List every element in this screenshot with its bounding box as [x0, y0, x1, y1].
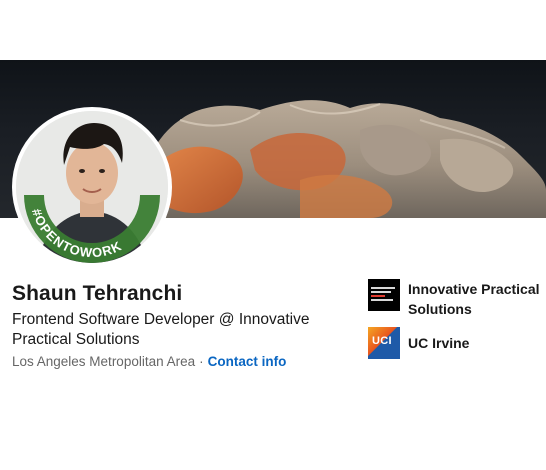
uci-logo-icon: UCI — [368, 327, 400, 359]
avatar[interactable]: #OPENTOWORK — [16, 111, 168, 263]
experience-label-uci: UC Irvine — [408, 335, 470, 351]
experience-item-ips[interactable]: Innovative Practical Solutions — [368, 279, 546, 319]
profile-name: Shaun Tehranchi — [12, 282, 183, 305]
separator-dot: · — [199, 354, 204, 369]
location-line: Los Angeles Metropolitan Area · Contact in… — [12, 354, 286, 369]
profile-location: Los Angeles Metropolitan Area — [12, 354, 196, 369]
experience-item-uci[interactable]: UCI UC Irvine — [368, 327, 546, 359]
experience-label-ips: Innovative Practical Solutions — [408, 281, 540, 317]
profile-card: #OPENTOWORK Shaun Tehranchi Frontend Sof… — [0, 0, 546, 470]
profile-photo-frame[interactable]: #OPENTOWORK — [12, 107, 172, 267]
profile-photo: #OPENTOWORK — [16, 111, 168, 263]
profile-headline: Frontend Software Developer @ Innovative… — [12, 311, 310, 348]
contact-info-link[interactable]: Contact info — [208, 354, 287, 369]
ips-logo-icon — [368, 279, 400, 311]
